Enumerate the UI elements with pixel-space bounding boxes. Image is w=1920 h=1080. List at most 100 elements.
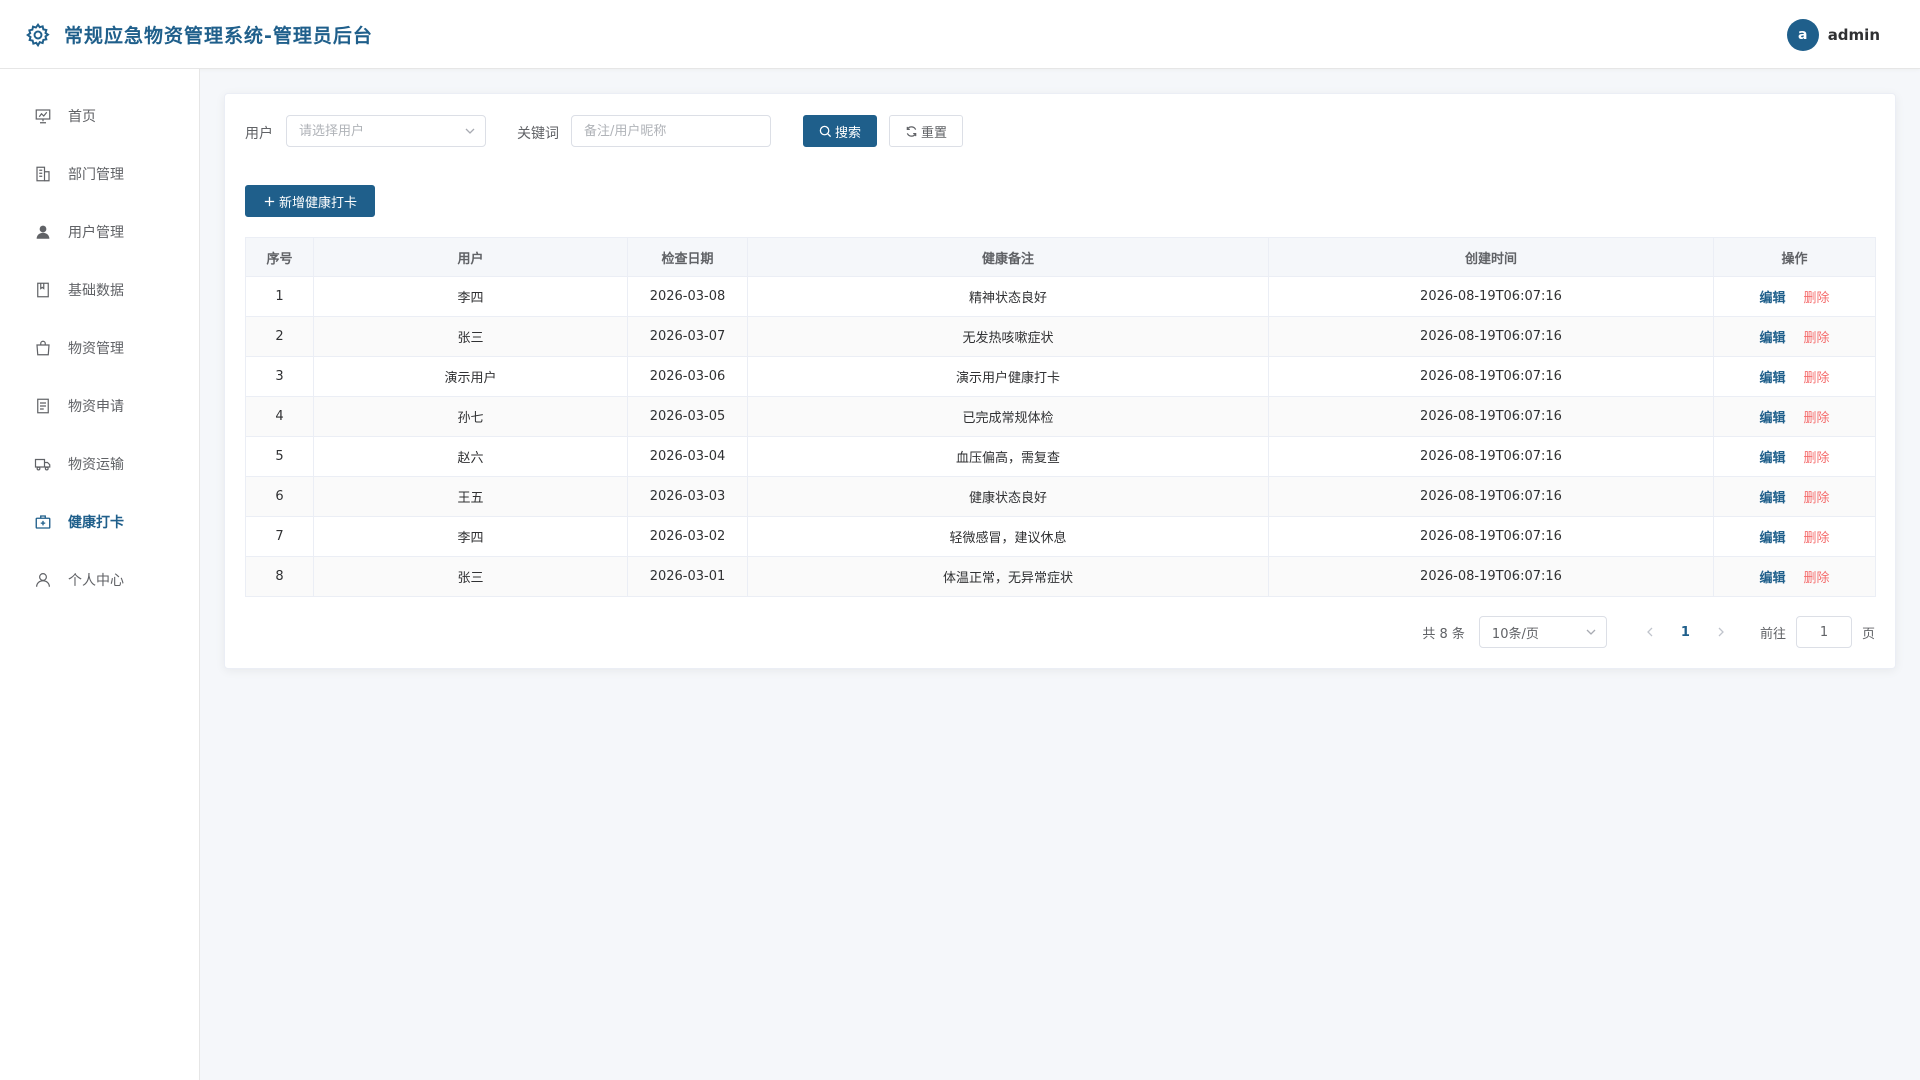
health-checkin-table: 序号 用户 检查日期 健康备注 创建时间 操作 1 李四 2026-03-08 精神状… [245,237,1876,597]
cell-health-note: 轻微感冒，建议休息 [747,516,1269,557]
cell-actions: 编辑 删除 [1713,276,1876,317]
cell-created-time: 2026-08-19T06:07:16 [1268,356,1714,397]
edit-button[interactable]: 编辑 [1759,411,1785,426]
cell-created-time: 2026-08-19T06:07:16 [1268,476,1714,517]
sidebar-item-label: 个人中心 [68,573,124,589]
sidebar-item-applications[interactable]: 物资申请 [0,386,199,426]
page-jump-input[interactable] [1795,616,1852,648]
sidebar-item-home[interactable]: 首页 [0,96,199,136]
cell-health-note: 精神状态良好 [747,276,1269,317]
user-name[interactable]: admin [1828,26,1880,44]
search-button-label: 搜索 [834,125,861,141]
page-size-select[interactable]: 10条/页 [1478,616,1607,648]
table-row: 4 孙七 2026-03-05 已完成常规体检 2026-08-19T06:07:16 编… [245,396,1876,437]
delete-button[interactable]: 删除 [1804,331,1830,346]
cell-created-time: 2026-08-19T06:07:16 [1268,316,1714,357]
sidebar-item-users[interactable]: 用户管理 [0,212,199,252]
cell-check-date: 2026-03-01 [627,556,748,597]
cell-created-time: 2026-08-19T06:07:16 [1268,556,1714,597]
cell-index: 5 [245,436,314,477]
top-header: 常规应急物资管理系统-管理员后台 a admin [0,0,1920,69]
edit-button[interactable]: 编辑 [1759,451,1785,466]
truck-icon [34,458,51,471]
first-aid-kit-icon [35,515,51,529]
column-header-check-date: 检查日期 [627,237,748,277]
avatar[interactable]: a [1786,19,1819,51]
edit-button[interactable]: 编辑 [1759,371,1785,386]
add-health-checkin-button[interactable]: 新增健康打卡 [245,185,375,217]
cell-actions: 编辑 删除 [1713,356,1876,397]
sidebar-item-profile[interactable]: 个人中心 [0,560,199,600]
dashboard-icon [35,109,51,124]
page-number-current[interactable]: 1 [1681,625,1690,640]
user-filled-icon [36,225,50,239]
sidebar-item-materials[interactable]: 物资管理 [0,328,199,368]
cell-user: 孙七 [313,396,628,437]
cell-created-time: 2026-08-19T06:07:16 [1268,516,1714,557]
sidebar-item-label: 物资申请 [68,399,124,415]
sidebar-item-label: 用户管理 [68,225,124,241]
delete-button[interactable]: 删除 [1804,411,1830,426]
cell-check-date: 2026-03-03 [627,476,748,517]
user-select[interactable] [286,115,486,147]
delete-button[interactable]: 删除 [1804,451,1830,466]
sidebar-item-label: 首页 [68,109,96,125]
sidebar: 首页 部门管理 用户管理 基础数据 物资管理 物资申请 物资运输 健康打卡 个人… [0,69,200,1080]
edit-button[interactable]: 编辑 [1759,291,1785,306]
cell-index: 1 [245,276,314,317]
table-body: 1 李四 2026-03-08 精神状态良好 2026-08-19T06:07:16 编辑… [245,276,1876,597]
user-icon [36,573,50,587]
sidebar-item-basic-data[interactable]: 基础数据 [0,270,199,310]
user-menu[interactable]: a admin [1786,19,1880,51]
cell-check-date: 2026-03-02 [627,516,748,557]
building-icon [36,166,50,182]
chevron-right-icon[interactable] [1714,625,1728,639]
delete-button[interactable]: 删除 [1804,491,1830,506]
search-icon [819,125,832,137]
cell-index: 7 [245,516,314,557]
search-button[interactable]: 搜索 [803,115,877,147]
cell-created-time: 2026-08-19T06:07:16 [1268,276,1714,317]
cell-health-note: 血压偏高，需复查 [747,436,1269,477]
delete-button[interactable]: 删除 [1804,291,1830,306]
edit-button[interactable]: 编辑 [1759,331,1785,346]
chevron-left-icon[interactable] [1643,625,1657,639]
user-filter-label: 用户 [245,126,273,142]
cell-health-note: 无发热咳嗽症状 [747,316,1269,357]
sidebar-item-label: 物资管理 [68,341,124,357]
cell-index: 8 [245,556,314,597]
cell-check-date: 2026-03-04 [627,436,748,477]
cell-health-note: 体温正常，无异常症状 [747,556,1269,597]
cell-user: 李四 [313,276,628,317]
cell-actions: 编辑 删除 [1713,516,1876,557]
sidebar-item-label: 健康打卡 [68,515,124,531]
sidebar-item-departments[interactable]: 部门管理 [0,154,199,194]
user-select-input[interactable] [286,115,486,147]
shopping-bag-icon [36,340,50,356]
keyword-input[interactable] [571,115,771,147]
table-row: 8 张三 2026-03-01 体温正常，无异常症状 2026-08-19T06:07:… [245,556,1876,597]
cell-created-time: 2026-08-19T06:07:16 [1268,436,1714,477]
cell-check-date: 2026-03-06 [627,356,748,397]
delete-button[interactable]: 删除 [1804,371,1830,386]
cell-check-date: 2026-03-05 [627,396,748,437]
cell-health-note: 演示用户健康打卡 [747,356,1269,397]
column-header-index: 序号 [245,237,314,277]
cell-health-note: 已完成常规体检 [747,396,1269,437]
reset-button[interactable]: 重置 [889,115,963,147]
sidebar-item-transport[interactable]: 物资运输 [0,444,199,484]
table-row: 1 李四 2026-03-08 精神状态良好 2026-08-19T06:07:16 编辑… [245,276,1876,317]
sidebar-item-health-checkin[interactable]: 健康打卡 [0,502,199,542]
delete-button[interactable]: 删除 [1804,571,1830,586]
cell-index: 2 [245,316,314,357]
sidebar-item-label: 基础数据 [68,283,124,299]
cell-actions: 编辑 删除 [1713,556,1876,597]
edit-button[interactable]: 编辑 [1759,491,1785,506]
delete-button[interactable]: 删除 [1804,531,1830,546]
edit-button[interactable]: 编辑 [1759,531,1785,546]
edit-button[interactable]: 编辑 [1759,571,1785,586]
sidebar-item-label: 物资运输 [68,457,124,473]
cell-actions: 编辑 删除 [1713,436,1876,477]
pagination: 共 8 条 10条/页 1 前往 页 [1422,616,1875,648]
cell-index: 4 [245,396,314,437]
